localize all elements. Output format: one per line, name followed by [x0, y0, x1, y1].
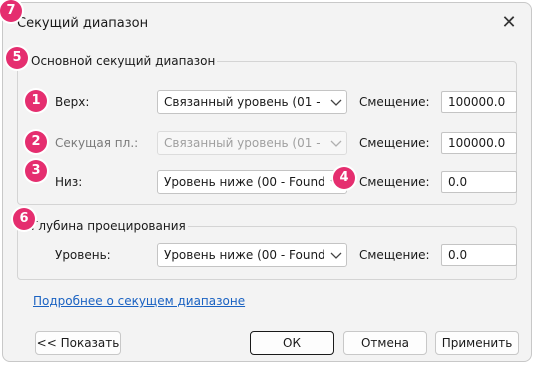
chevron-down-icon: [330, 252, 342, 259]
callout-badge-6: 6: [13, 208, 35, 230]
close-icon[interactable]: ✕: [499, 13, 519, 33]
callout-badge-2: 2: [25, 131, 47, 153]
depth-level-value: Уровень ниже (00 - Foundation): [164, 248, 324, 262]
depth-level-select[interactable]: Уровень ниже (00 - Foundation): [157, 243, 347, 267]
dialog-title: Секущий диапазон: [17, 16, 149, 31]
bottom-offset-input[interactable]: 0.0: [441, 171, 517, 193]
cut-plane-offset-label: Смещение:: [359, 136, 430, 150]
callout-badge-7: 7: [0, 0, 22, 22]
callout-badge-4: 4: [333, 167, 355, 189]
primary-range-group-title: Основной секущий диапазон: [29, 54, 218, 68]
callout-badge-3: 3: [25, 160, 47, 182]
cut-plane-offset-input[interactable]: 100000.0: [441, 132, 517, 154]
ok-button[interactable]: ОК: [250, 331, 334, 355]
view-range-help-link[interactable]: Подробнее о секущем диапазоне: [33, 294, 245, 308]
top-level-select[interactable]: Связанный уровень (01 - Floor): [157, 90, 347, 114]
show-button[interactable]: << Показать: [35, 331, 121, 355]
bottom-offset-label: Смещение:: [359, 175, 430, 189]
apply-button[interactable]: Применить: [435, 331, 519, 355]
top-level-value: Связанный уровень (01 - Floor): [164, 95, 324, 109]
bottom-level-select[interactable]: Уровень ниже (00 - Foundation): [157, 170, 347, 194]
top-offset-input[interactable]: 100000.0: [441, 91, 517, 113]
cancel-button[interactable]: Отмена: [343, 331, 427, 355]
cut-plane-value: Связанный уровень (01 - Floor): [164, 136, 324, 150]
depth-offset-label: Смещение:: [359, 248, 430, 262]
top-label: Верх:: [55, 95, 90, 109]
chevron-down-icon: [330, 140, 342, 147]
cut-plane-label: Секущая пл.:: [55, 136, 139, 150]
depth-level-label: Уровень:: [55, 248, 111, 262]
callout-badge-5: 5: [6, 47, 28, 69]
chevron-down-icon: [330, 99, 342, 106]
callout-badge-1: 1: [25, 90, 47, 112]
view-range-dialog: Секущий диапазон ✕ Основной секущий диап…: [2, 2, 532, 362]
view-depth-group-title: Глубина проецирования: [29, 219, 188, 233]
depth-offset-input[interactable]: 0.0: [441, 244, 517, 266]
top-offset-label: Смещение:: [359, 95, 430, 109]
cut-plane-select[interactable]: Связанный уровень (01 - Floor): [157, 131, 347, 155]
bottom-label: Низ:: [55, 175, 83, 189]
bottom-level-value: Уровень ниже (00 - Foundation): [164, 175, 324, 189]
title-bar: Секущий диапазон ✕: [3, 3, 531, 43]
